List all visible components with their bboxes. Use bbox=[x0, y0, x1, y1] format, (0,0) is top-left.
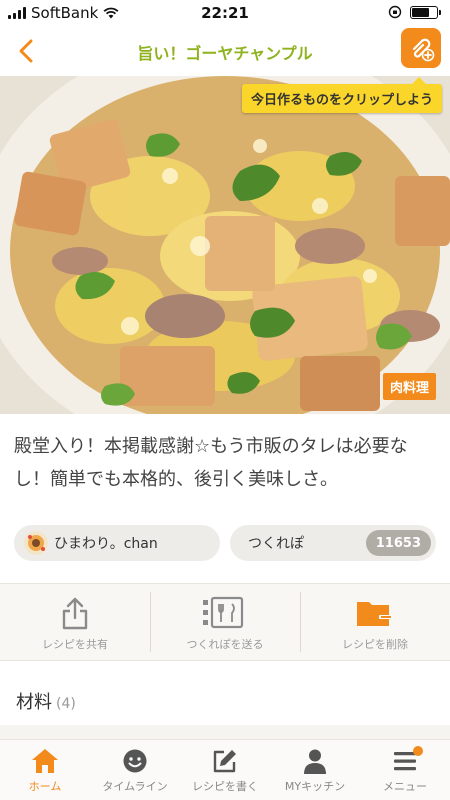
tab-my-kitchen-label: MYキッチン bbox=[284, 780, 346, 793]
delete-recipe-label: レシピを削除 bbox=[342, 638, 408, 651]
send-tsukurepo-label: つくれぽを送る bbox=[186, 638, 264, 651]
category-badge[interactable]: 肉料理 bbox=[382, 373, 436, 400]
home-icon bbox=[32, 749, 58, 773]
send-tsukurepo-icon bbox=[203, 596, 244, 629]
tab-home[interactable]: ホーム bbox=[0, 740, 90, 800]
send-tsukurepo-button[interactable]: つくれぽを送る bbox=[150, 584, 300, 660]
clip-button[interactable] bbox=[401, 28, 441, 68]
author-name: ひまわり。chan bbox=[54, 536, 158, 552]
clip-add-icon bbox=[412, 38, 435, 62]
tab-menu[interactable]: メニュー bbox=[360, 740, 450, 800]
status-right bbox=[388, 5, 441, 19]
tsukurepo-count: 11653 bbox=[365, 530, 431, 556]
pencil-icon bbox=[213, 750, 236, 773]
content-divider bbox=[0, 725, 450, 739]
notification-dot bbox=[413, 746, 423, 756]
tab-write-recipe-label: レシピを書く bbox=[192, 780, 258, 793]
back-button[interactable] bbox=[10, 35, 42, 67]
author-button[interactable]: ひまわり。chan bbox=[14, 525, 220, 561]
ingredients-title: 材料 bbox=[16, 692, 52, 713]
clip-tooltip[interactable]: 今日作るものをクリップしよう bbox=[241, 77, 442, 113]
tab-my-kitchen[interactable]: MYキッチン bbox=[270, 740, 360, 800]
recipe-description: 殿堂入り！本掲載感謝☆もう市販のタレは必要なし！簡単でも本格的、後引く美味しさ。 bbox=[14, 436, 408, 490]
share-icon bbox=[62, 597, 88, 630]
status-time: 22:21 bbox=[201, 4, 249, 22]
share-recipe-label: レシピを共有 bbox=[42, 638, 108, 651]
share-recipe-button[interactable]: レシピを共有 bbox=[0, 584, 150, 660]
page-title: 旨い！ゴーヤチャンプル bbox=[137, 44, 313, 63]
tab-menu-label: メニュー bbox=[383, 780, 427, 793]
smile-icon bbox=[123, 749, 147, 773]
recipe-photo-illustration bbox=[0, 76, 450, 414]
person-icon bbox=[304, 749, 326, 774]
avatar bbox=[24, 531, 48, 555]
ingredients-count: (4) bbox=[56, 696, 76, 712]
ingredients-heading: 材料 (4) bbox=[16, 688, 76, 714]
orientation-lock-icon bbox=[388, 5, 402, 19]
tab-timeline-label: タイムライン bbox=[102, 780, 168, 793]
nav-bar: 旨い！ゴーヤチャンプル bbox=[0, 26, 450, 76]
status-bar: SoftBank 22:21 bbox=[0, 0, 450, 26]
tab-home-label: ホーム bbox=[28, 780, 62, 793]
action-bar: レシピを共有 つくれぽを送る レシピを削除 bbox=[0, 583, 450, 661]
tsukurepo-button[interactable]: つくれぽ 11653 bbox=[230, 525, 436, 561]
chevron-left-icon bbox=[19, 39, 33, 63]
battery-level bbox=[412, 7, 429, 17]
tab-bar: ホーム タイムライン レシピを書く MYキッチン メニュー bbox=[0, 739, 450, 800]
tsukurepo-label: つくれぽ bbox=[248, 536, 304, 552]
delete-recipe-button[interactable]: レシピを削除 bbox=[300, 584, 450, 660]
delete-folder-icon bbox=[357, 602, 393, 626]
battery-icon bbox=[410, 5, 441, 19]
tab-timeline[interactable]: タイムライン bbox=[90, 740, 180, 800]
recipe-photo[interactable] bbox=[0, 76, 450, 414]
tab-write-recipe[interactable]: レシピを書く bbox=[180, 740, 270, 800]
